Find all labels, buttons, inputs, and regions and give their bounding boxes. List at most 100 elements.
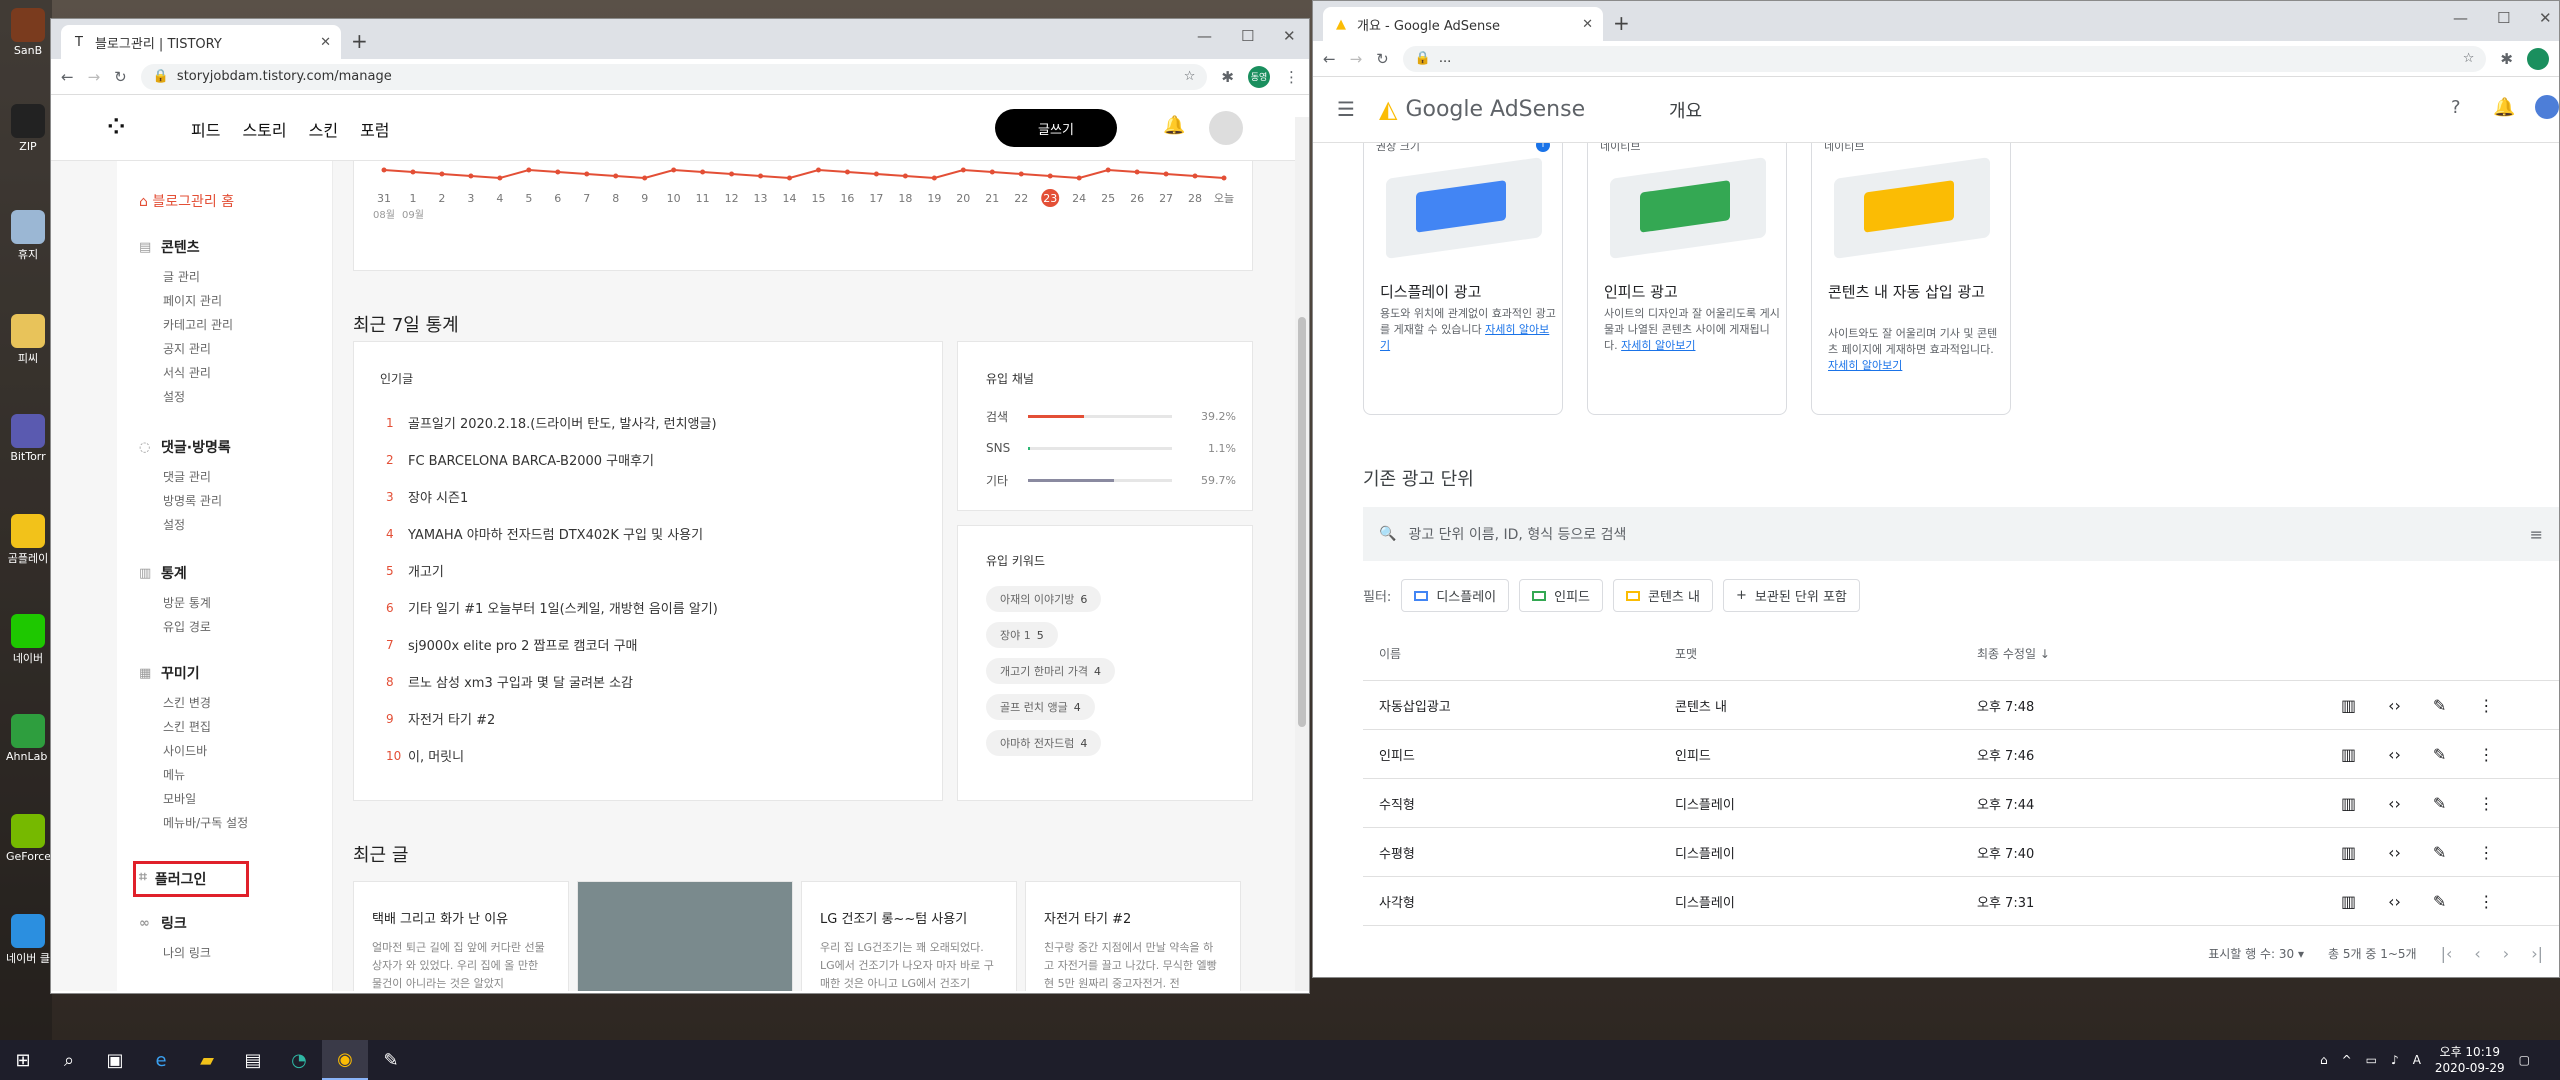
desktop-icon[interactable]: 휴지 [6, 210, 50, 270]
edit-icon[interactable]: ✎ [2433, 843, 2446, 862]
ad-unit-search[interactable]: 🔍 광고 단위 이름, ID, 형식 등으로 검색 ≡ [1363, 507, 2559, 561]
chart-point[interactable] [439, 171, 445, 177]
reload-icon[interactable]: ↻ [114, 68, 127, 86]
chart-point[interactable] [873, 171, 879, 177]
close-tab-icon[interactable]: ✕ [1582, 17, 1593, 32]
hamburger-menu-icon[interactable]: ☰ [1337, 97, 1355, 121]
nav-skin[interactable]: 스킨 [309, 117, 338, 141]
adsense-logo[interactable]: ◭ Google AdSense [1379, 95, 1585, 123]
chart-point[interactable] [1134, 169, 1140, 175]
chart-point[interactable] [1221, 175, 1227, 181]
sidebar-item[interactable]: 메뉴 [139, 763, 329, 787]
more-icon[interactable]: ⋮ [2478, 696, 2494, 715]
more-icon[interactable]: ⋮ [2478, 843, 2494, 862]
reload-icon[interactable]: ↻ [1376, 50, 1389, 68]
forward-icon[interactable]: → [1350, 50, 1363, 68]
edit-icon[interactable]: ✎ [2433, 696, 2446, 715]
code-icon[interactable]: ‹› [2388, 745, 2401, 764]
table-row[interactable]: 수직형 디스플레이 오후 7:44 ▥ ‹› ✎ ⋮ [1363, 779, 2559, 828]
ad-type-card[interactable]: 권장 크기 i 디스플레이 광고 용도와 위치에 관계없이 효과적인 광고를 게재할 … [1363, 143, 1563, 415]
chart-point[interactable] [584, 171, 590, 177]
chart-point[interactable] [729, 171, 735, 177]
vertical-scrollbar[interactable] [1295, 117, 1309, 991]
recent-post-card[interactable]: LG 건조기 롱~~텀 사용기 우리 집 LG건조기는 꽤 오래되었다. LG에… [801, 881, 1017, 991]
chart-point[interactable] [758, 173, 764, 179]
chart-point[interactable] [989, 169, 995, 175]
chart-point[interactable] [931, 175, 937, 181]
list-item[interactable]: 7 sj9000x elite pro 2 짭프로 캠코더 구매 [386, 626, 926, 663]
back-icon[interactable]: ← [61, 68, 74, 86]
rows-per-page-select[interactable]: 30 [2279, 947, 2294, 961]
ad-type-card[interactable]: 네이티브 인피드 광고 사이트의 디자인과 잘 어울리도록 게시물과 나열된 콘텐츠… [1587, 143, 1787, 415]
minimize-button[interactable]: — [1197, 27, 1212, 45]
desktop-icon[interactable]: ZIP [6, 104, 50, 164]
filter-list-icon[interactable]: ≡ [2530, 525, 2543, 544]
list-item[interactable]: 6 기타 일기 #1 오늘부터 1일(스케일, 개방현 음이름 알기) [386, 589, 926, 626]
bell-icon[interactable]: 🔔 [2493, 97, 2515, 118]
sidebar-home[interactable]: ⌂ 블로그관리 홈 [139, 191, 234, 211]
desktop-icon[interactable]: 네이버 [6, 614, 50, 674]
sidebar-item[interactable]: 나의 링크 [139, 941, 329, 965]
chart-point[interactable] [497, 175, 503, 181]
keyword-chip[interactable]: 장야 1 5 [986, 622, 1058, 648]
report-icon[interactable]: ▥ [2341, 745, 2356, 764]
speaker-icon[interactable]: ♪ [2391, 1053, 2399, 1067]
report-icon[interactable]: ▥ [2341, 892, 2356, 911]
maximize-button[interactable]: ☐ [2497, 9, 2510, 27]
file-explorer-icon[interactable]: ▰ [184, 1040, 230, 1080]
format-filter-chip[interactable]: 콘텐츠 내 [1613, 579, 1713, 612]
recent-post-card[interactable]: 자전거 타기 #2 친구랑 중간 지점에서 만날 약속을 하고 자전거를 끌고 … [1025, 881, 1241, 991]
chart-point[interactable] [787, 175, 793, 181]
bookmark-star-icon[interactable]: ☆ [2463, 51, 2475, 66]
app-icon[interactable]: ✎ [368, 1040, 414, 1080]
sidebar-item[interactable]: 댓글 관리 [139, 465, 329, 489]
display-icon[interactable]: ▭ [2366, 1053, 2377, 1067]
last-page-icon[interactable]: ›| [2531, 944, 2543, 963]
chart-point[interactable] [1047, 173, 1053, 179]
code-icon[interactable]: ‹› [2388, 843, 2401, 862]
close-window-button[interactable]: ✕ [1283, 27, 1296, 45]
list-item[interactable]: 10 이, 머릿니 [386, 737, 926, 774]
chart-point[interactable] [960, 167, 966, 173]
close-tab-icon[interactable]: ✕ [320, 35, 331, 50]
ad-type-card[interactable]: 네이티브 콘텐츠 내 자동 삽입 광고 사이트와도 잘 어울리며 기사 및 콘텐츠 … [1811, 143, 2011, 415]
chart-point[interactable] [1163, 171, 1169, 177]
back-icon[interactable]: ← [1323, 50, 1336, 68]
format-filter-chip[interactable]: 인피드 [1519, 579, 1604, 612]
maximize-button[interactable]: ☐ [1241, 27, 1254, 45]
column-modified[interactable]: 최종 수정일 ↓ [1977, 645, 2313, 662]
sidebar-item[interactable]: 모바일 [139, 787, 329, 811]
chart-point[interactable] [526, 167, 532, 173]
tistory-logo[interactable]: ⁘ [107, 115, 125, 140]
edit-icon[interactable]: ✎ [2433, 745, 2446, 764]
network-icon[interactable]: ⌂ [2320, 1053, 2328, 1067]
chart-point[interactable] [381, 167, 387, 173]
nav-forum[interactable]: 포럼 [360, 117, 389, 141]
code-icon[interactable]: ‹› [2388, 696, 2401, 715]
profile-avatar[interactable]: 동영 [1248, 65, 1270, 88]
bookmark-star-icon[interactable]: ☆ [1184, 69, 1196, 84]
chart-point[interactable] [642, 175, 648, 181]
chart-point[interactable] [1105, 167, 1111, 173]
sidebar-item[interactable]: 서식 관리 [139, 361, 329, 385]
chart-point[interactable] [468, 173, 474, 179]
edge-icon[interactable]: e [138, 1040, 184, 1080]
clock[interactable]: 오후 10:19 2020-09-29 [2435, 1044, 2505, 1076]
nav-feed[interactable]: 피드 [191, 117, 220, 141]
sidebar-item[interactable]: 글 관리 [139, 265, 329, 289]
chevron-up-icon[interactable]: ^ [2342, 1053, 2352, 1067]
edit-icon[interactable]: ✎ [2433, 892, 2446, 911]
sidebar-item[interactable]: 카테고리 관리 [139, 313, 329, 337]
learn-more-link[interactable]: 자세히 알아보기 [1621, 339, 1695, 352]
sidebar-item[interactable]: 사이드바 [139, 739, 329, 763]
desktop-icon[interactable]: GeForce Experience [6, 814, 50, 874]
report-icon[interactable]: ▥ [2341, 794, 2356, 813]
more-icon[interactable]: ⋮ [2478, 745, 2494, 764]
chrome-icon[interactable]: ◉ [322, 1040, 368, 1080]
scrollbar-thumb[interactable] [1298, 317, 1306, 727]
sidebar-item[interactable]: 설정 [139, 513, 329, 537]
report-icon[interactable]: ▥ [2341, 843, 2356, 862]
search-icon[interactable]: ⌕ [46, 1040, 92, 1080]
app-icon[interactable]: ▤ [230, 1040, 276, 1080]
sidebar-item[interactable]: 방명록 관리 [139, 489, 329, 513]
